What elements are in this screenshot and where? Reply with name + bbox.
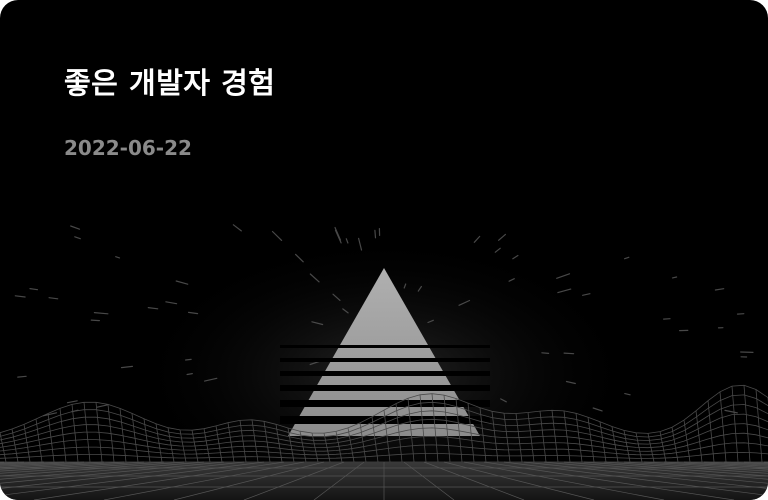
post-card[interactable]: 좋은 개발자 경험 2022-06-22 <box>0 0 768 500</box>
post-date: 2022-06-22 <box>64 136 192 160</box>
post-title[interactable]: 좋은 개발자 경험 <box>64 60 275 102</box>
